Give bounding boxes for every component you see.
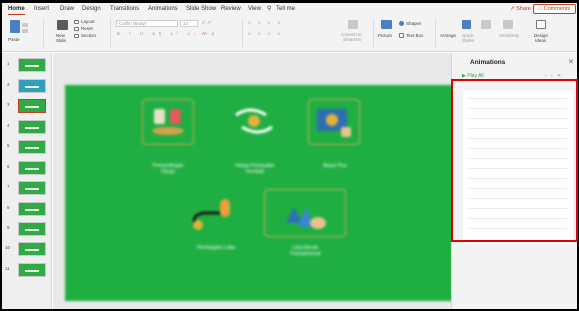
shape-fill-icon[interactable]	[481, 20, 491, 29]
caption-line: Transaksional	[289, 251, 321, 257]
ribbon-separator	[110, 19, 111, 47]
net-profit-icon	[280, 193, 328, 233]
caption-net-profit: Laba Bersih Transaksional	[270, 245, 340, 257]
slide-number: 10	[5, 245, 11, 250]
copy-icon[interactable]	[22, 29, 28, 33]
home-ribbon: Paste New Slide Layout Reset Section Cal…	[2, 15, 577, 52]
slide-number: 6	[7, 164, 10, 169]
lightbulb-icon: ⚲	[267, 6, 272, 12]
profit-sharing-icon	[190, 195, 238, 233]
share-label: Share	[516, 6, 531, 12]
current-slide[interactable]: Perbandingan Harga Harga Persaudan Kemba…	[65, 85, 453, 301]
tab-animations[interactable]: Animations	[148, 4, 178, 14]
slide-number: 3	[7, 102, 10, 107]
slide-thumbnail[interactable]	[18, 202, 46, 216]
reset-icon	[74, 27, 79, 31]
paste-icon[interactable]	[10, 20, 20, 33]
design-ideas-icon[interactable]	[536, 20, 546, 29]
font-size-select[interactable]: 12	[180, 20, 198, 27]
exchange-icon	[232, 105, 276, 137]
highlight-annotation-box	[451, 79, 578, 242]
text-box-button[interactable]: Text Box	[406, 33, 423, 38]
align-icons[interactable]: ≡ ≡ ≡ ≡	[248, 31, 283, 36]
share-button[interactable]: ↗ Share	[507, 4, 534, 14]
ribbon-separator	[43, 19, 44, 47]
tab-slide-show[interactable]: Slide Show	[186, 4, 216, 14]
shapes-button[interactable]: Shapes	[406, 21, 421, 26]
ribbon-separator	[435, 19, 436, 47]
font-grow-shrink-icons[interactable]: Aˆ Aˇ	[202, 20, 212, 25]
comments-button[interactable]: □ Comments	[533, 4, 576, 14]
quick-styles-label-2[interactable]: Styles	[462, 38, 474, 43]
section-button[interactable]: Section	[81, 33, 96, 38]
tab-insert[interactable]: Insert	[34, 4, 49, 14]
tab-transitions[interactable]: Transitions	[110, 4, 139, 14]
slide-number: 9	[7, 225, 10, 230]
picture-button[interactable]: Picture	[378, 33, 392, 38]
paste-label[interactable]: Paste	[8, 37, 20, 42]
caption-profit-sharing: Pembagian Laba	[197, 245, 235, 251]
arrange-button[interactable]: Arrange	[440, 33, 456, 38]
slide-number: 4	[7, 123, 10, 128]
font-name-select[interactable]: Calibri (Body)	[116, 20, 178, 27]
shapes-icon	[399, 21, 404, 26]
slide-number: 1	[7, 61, 10, 66]
slide-thumbnail[interactable]	[18, 242, 46, 256]
picture-icon[interactable]	[381, 20, 392, 29]
comments-label: Comments	[543, 6, 571, 12]
slide-thumbnail[interactable]	[18, 120, 46, 134]
slide-number: 5	[7, 143, 10, 148]
new-slide-label-2[interactable]: Slide	[56, 38, 66, 43]
caption-exchange: Harga Persaudan Kembali	[215, 163, 295, 175]
quick-styles-icon[interactable]	[462, 20, 471, 29]
convert-label-2[interactable]: SmartArt	[343, 37, 361, 42]
sensitivity-button[interactable]: Sensitivity	[499, 33, 519, 38]
sensitivity-icon[interactable]	[503, 20, 513, 29]
tab-home[interactable]: Home	[8, 4, 25, 15]
slide-thumbnail[interactable]	[18, 58, 46, 72]
layout-button[interactable]: Layout	[81, 19, 95, 24]
slide-number: 8	[7, 205, 10, 210]
animations-pane-title: Animations	[470, 59, 506, 66]
design-ideas-label-2[interactable]: Ideas	[535, 38, 546, 43]
tab-view[interactable]: View	[248, 4, 261, 14]
slide-number: 7	[7, 184, 10, 189]
ribbon-tab-bar: Home Insert Draw Design Transitions Anim…	[2, 3, 577, 15]
caption-price-comparison: Perbandingan Harga	[133, 163, 203, 175]
slide-thumbnail[interactable]	[18, 181, 46, 195]
slide-thumbnail[interactable]	[18, 161, 46, 175]
font-color-icon[interactable]: A	[202, 31, 205, 36]
cut-icon[interactable]	[22, 23, 28, 27]
ribbon-separator	[242, 19, 243, 47]
tell-me-search[interactable]: Tell me	[276, 4, 295, 14]
smartart-icon[interactable]	[348, 20, 358, 29]
new-slide-icon[interactable]	[57, 20, 68, 30]
tab-draw[interactable]: Draw	[60, 4, 74, 14]
tab-design[interactable]: Design	[82, 4, 101, 14]
caption-line: Harga	[161, 169, 175, 175]
tab-review[interactable]: Review	[221, 4, 241, 14]
slide-thumbnail-selected[interactable]	[18, 99, 46, 113]
slide-thumbnail[interactable]	[18, 140, 46, 154]
caption-line: Kembali	[245, 169, 265, 175]
caption-cost-plus: Biaya Plus	[323, 163, 347, 169]
slide-number: 11	[5, 266, 10, 271]
slide-thumbnail[interactable]	[18, 79, 46, 93]
close-icon[interactable]: ✕	[568, 58, 574, 66]
slide-thumbnail[interactable]	[18, 222, 46, 236]
text-box-icon	[399, 33, 404, 38]
slide-editing-canvas[interactable]: Perbandingan Harga Harga Persaudan Kemba…	[53, 53, 453, 309]
ribbon-separator	[373, 19, 374, 47]
price-comparison-icon	[150, 107, 186, 137]
list-icons[interactable]: ≡ ≡ ≡ ≡	[248, 20, 283, 25]
section-icon	[74, 34, 79, 38]
slide-thumbnail[interactable]	[18, 263, 46, 277]
layout-icon	[74, 20, 79, 24]
cost-plus-icon	[315, 105, 353, 139]
reset-button[interactable]: Reset	[81, 26, 93, 31]
slide-thumbnail-panel[interactable]: 1 2 3 4 5 6 7 8 9 10 11	[2, 53, 52, 309]
slide-number: 2	[7, 82, 10, 87]
